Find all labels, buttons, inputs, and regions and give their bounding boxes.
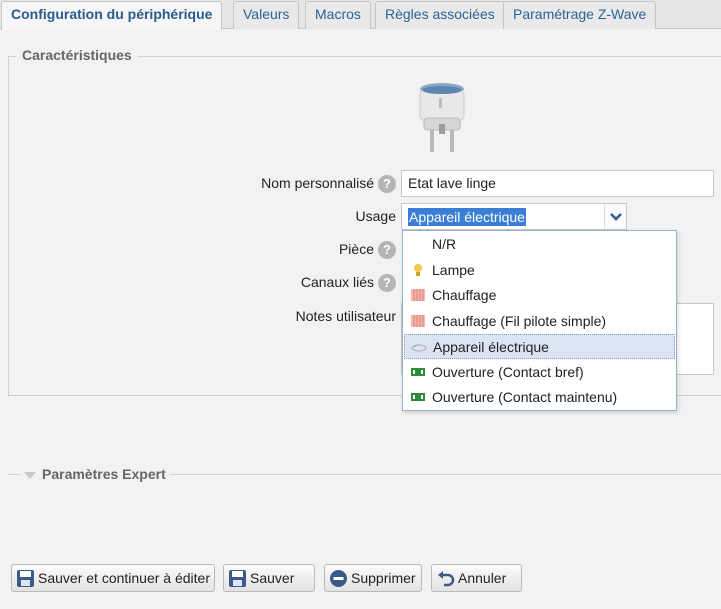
save-and-continue-button[interactable]: Sauver et continuer à éditer [11, 564, 215, 592]
characteristics-legend: Caractéristiques [16, 47, 138, 63]
tab-associated-rules[interactable]: Règles associées [375, 1, 505, 29]
option-heating[interactable]: Chauffage [404, 283, 675, 308]
help-icon[interactable]: ? [378, 175, 396, 194]
help-icon[interactable]: ? [378, 274, 396, 293]
chevron-down-icon[interactable] [604, 204, 626, 229]
tab-device-configuration[interactable]: Configuration du périphérique [1, 1, 223, 30]
option-electrical-appliance[interactable]: Appareil électrique [404, 334, 675, 359]
delete-button[interactable]: Supprimer [324, 564, 422, 592]
radiator-icon [411, 289, 425, 301]
help-icon[interactable]: ? [378, 241, 396, 260]
user-notes-label: Notes utilisateur [295, 308, 396, 324]
cancel-button[interactable]: Annuler [431, 564, 522, 592]
channels-label-row: Canaux liés? [200, 271, 396, 293]
tab-zwave-settings[interactable]: Paramétrage Z-Wave [503, 1, 657, 29]
option-label: Chauffage (Fil pilote simple) [432, 313, 607, 329]
delete-label: Supprimer [351, 570, 416, 586]
usage-label: Usage [355, 208, 396, 224]
lightbulb-icon [414, 264, 422, 276]
option-opening-held-contact[interactable]: Ouverture (Contact maintenu) [404, 385, 675, 410]
tab-values[interactable]: Valeurs [233, 1, 300, 29]
device-plug-image [419, 83, 465, 152]
undo-icon [438, 571, 455, 587]
floppy-disk-icon [229, 570, 246, 587]
plug-icon [411, 344, 427, 352]
name-label-row: Nom personnalisé? [200, 172, 396, 194]
save-and-continue-label: Sauver et continuer à éditer [38, 570, 210, 586]
notes-label-row: Notes utilisateur [200, 305, 396, 327]
expert-parameters-label: Paramètres Expert [42, 466, 166, 482]
linked-channels-label: Canaux liés [300, 274, 374, 290]
tab-macros[interactable]: Macros [305, 1, 371, 29]
usage-label-row: Usage [200, 205, 396, 227]
radiator-icon [411, 315, 425, 327]
option-label: Appareil électrique [433, 339, 549, 355]
name-label: Nom personnalisé [261, 175, 374, 191]
option-heating-pilot-wire[interactable]: Chauffage (Fil pilote simple) [404, 309, 675, 334]
option-label: Ouverture (Contact maintenu) [432, 389, 618, 405]
room-label-row: Pièce? [200, 238, 396, 260]
save-button[interactable]: Sauver [223, 564, 315, 592]
usage-dropdown-list: N/R Lampe Chauffage Chauffage (Fil pilot… [402, 230, 677, 411]
usage-selected-value: Appareil électrique [408, 208, 526, 226]
contact-icon [411, 368, 425, 376]
option-lamp[interactable]: Lampe [404, 258, 675, 283]
expert-parameters-toggle[interactable]: Paramètres Expert [20, 466, 170, 482]
minus-circle-icon [330, 570, 347, 587]
option-opening-short-contact[interactable]: Ouverture (Contact bref) [404, 360, 675, 385]
option-label: Chauffage [432, 287, 497, 303]
option-label: Lampe [432, 262, 475, 278]
floppy-disk-icon [17, 570, 34, 587]
contact-icon [411, 393, 425, 401]
option-nr[interactable]: N/R [404, 232, 675, 257]
custom-name-input[interactable]: Etat lave linge [401, 170, 714, 197]
tab-bar: Configuration du périphérique Valeurs Ma… [0, 0, 721, 30]
triangle-down-icon [24, 471, 36, 479]
cancel-label: Annuler [458, 570, 507, 586]
usage-select[interactable]: Appareil électrique [401, 203, 627, 230]
option-label: Ouverture (Contact bref) [432, 364, 584, 380]
option-label: N/R [432, 236, 457, 252]
room-label: Pièce [338, 241, 374, 257]
save-label: Sauver [250, 570, 295, 586]
